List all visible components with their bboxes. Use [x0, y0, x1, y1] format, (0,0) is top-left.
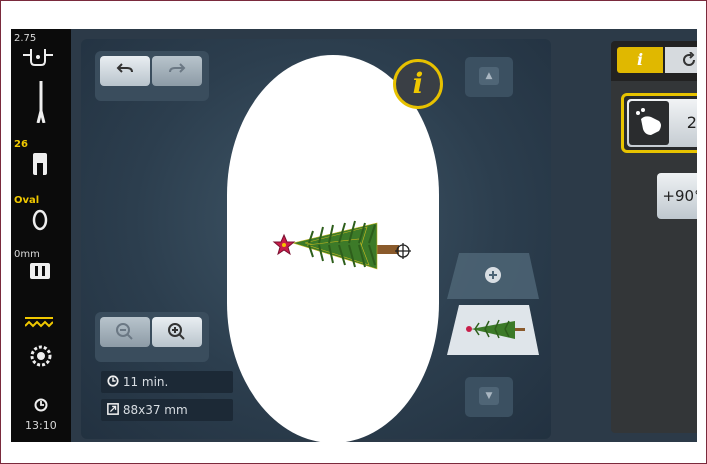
scroll-down-button[interactable]: ▼ — [465, 377, 513, 417]
bobbin-icon[interactable] — [30, 345, 52, 371]
presser-foot-icon[interactable] — [21, 47, 55, 73]
left-status-bar: 2.75 26 Oval 0mm 13:10 — [11, 29, 71, 442]
clock-icon — [34, 397, 48, 416]
foot-icon[interactable] — [31, 153, 49, 179]
rotation-value: 270° — [686, 113, 697, 132]
stitch-width-label: 2.75 — [14, 33, 37, 44]
zoom-out-icon — [116, 323, 133, 340]
panel-tabs: i × — [611, 41, 697, 81]
zoom-in-button[interactable] — [152, 317, 202, 347]
feed-dog-icon[interactable] — [24, 315, 54, 334]
design-layers-stack[interactable] — [445, 249, 541, 359]
needle-number: 26 — [14, 139, 28, 150]
resize-icon — [107, 403, 119, 415]
arrow-up-icon: ▲ — [479, 67, 499, 85]
zoom-group — [95, 312, 209, 362]
oval-hoop-area[interactable] — [227, 55, 439, 442]
clock-icon — [107, 375, 119, 387]
christmas-tree-design[interactable] — [227, 55, 439, 442]
stitch-plate-icon[interactable] — [30, 263, 50, 283]
stitch-time-value: 11 min. — [122, 375, 169, 389]
redo-icon — [169, 63, 186, 73]
offset-label: 0mm — [14, 249, 40, 260]
tab-info[interactable]: i — [617, 47, 663, 73]
rotate-hand-icon — [629, 101, 669, 145]
redo-button[interactable] — [152, 56, 202, 86]
hoop-name: Oval — [14, 195, 40, 206]
embroidery-canvas[interactable]: 11 min. 88x37 mm i ▲ ▼ — [81, 39, 551, 442]
zoom-in-icon — [168, 323, 185, 340]
needle-icon[interactable] — [35, 81, 47, 127]
arrow-down-icon: ▼ — [479, 387, 499, 405]
zoom-out-button[interactable] — [100, 317, 150, 347]
design-size-value: 88x37 mm — [122, 403, 188, 417]
oval-hoop-icon[interactable] — [32, 209, 48, 235]
rotate-icon — [683, 51, 695, 66]
right-panel: i × 270° +90° — [611, 41, 697, 433]
clock-time: 13:10 — [25, 419, 57, 432]
rotate-plus-90-button[interactable]: +90° — [657, 173, 697, 219]
stitch-time-stat: 11 min. — [101, 371, 233, 393]
rotation-button[interactable]: 270° — [621, 93, 697, 153]
undo-redo-group — [95, 51, 209, 101]
scroll-up-button[interactable]: ▲ — [465, 57, 513, 97]
main-area: 11 min. 88x37 mm i ▲ ▼ i 2 +90 — [71, 29, 697, 442]
undo-icon — [116, 63, 133, 73]
embroidery-screen: 2.75 26 Oval 0mm 13:10 11 min. 88x37 mm … — [11, 29, 697, 442]
rotation-button-face: 270° — [627, 99, 697, 147]
device-frame: 2.75 26 Oval 0mm 13:10 11 min. 88x37 mm … — [0, 0, 707, 464]
tab-rotate[interactable] — [665, 47, 697, 73]
undo-button[interactable] — [100, 56, 150, 86]
info-button[interactable]: i — [393, 59, 443, 109]
design-size-stat: 88x37 mm — [101, 399, 233, 421]
